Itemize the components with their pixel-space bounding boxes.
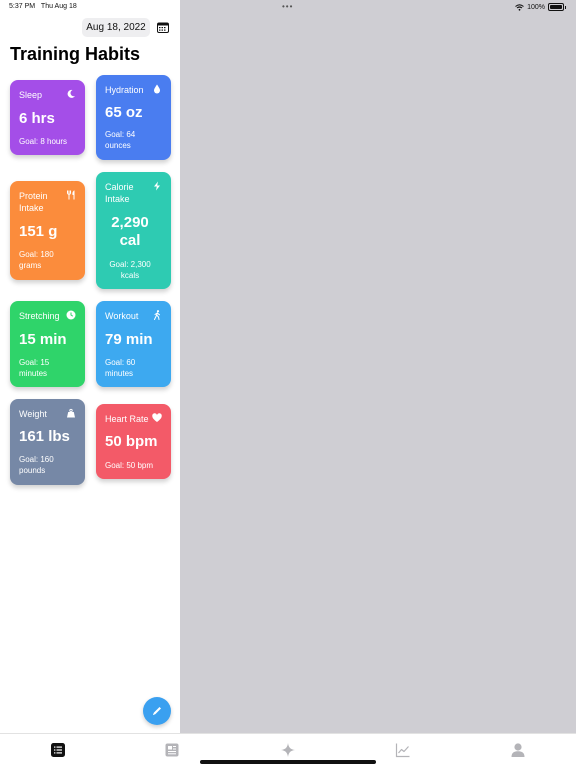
- card-goal: Goal: 50 bpm: [105, 461, 154, 470]
- card-goal: Goal: 160 pounds: [19, 455, 54, 475]
- protein-intake-card[interactable]: Protein Intake 151 g Goal: 180 grams: [10, 181, 85, 280]
- tab-journal[interactable]: [164, 742, 180, 758]
- walking-icon: [154, 310, 160, 320]
- battery-icon: [548, 3, 566, 11]
- tab-list[interactable]: [50, 742, 66, 758]
- card-goal: Goal: 60 minutes: [105, 358, 136, 378]
- calendar-icon[interactable]: [157, 22, 169, 33]
- tab-profile[interactable]: [510, 742, 526, 758]
- workout-card[interactable]: Workout 79 min Goal: 60 minutes: [96, 301, 171, 387]
- tab-charts[interactable]: [395, 742, 411, 758]
- card-value: 65 oz: [105, 104, 143, 121]
- card-value: 6 hrs: [19, 110, 55, 127]
- card-value: 79 min: [105, 331, 153, 348]
- wifi-icon: [515, 3, 524, 11]
- status-right: 100%: [515, 3, 566, 11]
- water-drop-icon: [154, 84, 160, 94]
- weight-card[interactable]: Weight 161 lbs Goal: 160 pounds: [10, 399, 85, 485]
- card-goal: Goal: 64 ounces: [105, 130, 136, 150]
- pencil-icon: [153, 707, 161, 715]
- card-goal: Goal: 8 hours: [19, 137, 68, 146]
- status-bar: 5:37 PM Thu Aug 18 ••• 100%: [0, 0, 576, 14]
- sleep-card[interactable]: Sleep 6 hrs Goal: 8 hours: [10, 80, 85, 155]
- sidebar: Aug 18, 2022 Training Habits Sleep 6 hrs…: [0, 0, 180, 733]
- detail-pane: [180, 0, 576, 733]
- card-goal: Goal: 15 minutes: [19, 358, 50, 378]
- bolt-icon: [154, 181, 160, 191]
- card-goal: Goal: 180 grams: [19, 250, 54, 270]
- card-label: Sleep: [19, 90, 43, 100]
- card-value: 161 lbs: [19, 428, 70, 445]
- stretching-card[interactable]: Stretching 15 min Goal: 15 minutes: [10, 301, 85, 387]
- scale-icon: [67, 408, 75, 418]
- card-value: 151 g: [19, 223, 58, 240]
- edit-button[interactable]: [143, 697, 171, 725]
- fork-knife-icon: [67, 190, 75, 200]
- card-label: Protein Intake: [19, 191, 48, 213]
- card-value: 2,290 cal: [111, 214, 149, 249]
- card-label: Workout: [105, 311, 139, 321]
- timer-icon: [66, 310, 76, 320]
- card-label: Weight: [19, 409, 47, 419]
- date-picker-button[interactable]: Aug 18, 2022: [82, 18, 150, 37]
- home-indicator[interactable]: [200, 760, 376, 764]
- multitasking-dots-icon[interactable]: •••: [282, 2, 293, 11]
- tab-sparkle[interactable]: [280, 742, 296, 758]
- card-value: 15 min: [19, 331, 67, 348]
- page-title: Training Habits: [10, 44, 141, 64]
- card-label: Hydration: [105, 85, 144, 95]
- calorie-intake-card[interactable]: Calorie Intake 2,290 cal Goal: 2,300 kca…: [96, 172, 171, 289]
- card-value: 50 bpm: [105, 433, 158, 450]
- moon-icon: [67, 89, 75, 98]
- card-goal: Goal: 2,300 kcals: [109, 260, 151, 280]
- heart-rate-card[interactable]: Heart Rate 50 bpm Goal: 50 bpm: [96, 404, 171, 479]
- status-time: 5:37 PM Thu Aug 18: [9, 3, 77, 10]
- card-label: Stretching: [19, 311, 60, 321]
- heart-icon: [152, 413, 162, 422]
- hydration-card[interactable]: Hydration 65 oz Goal: 64 ounces: [96, 75, 171, 160]
- card-label: Calorie Intake: [105, 182, 134, 204]
- battery-percent: 100%: [527, 3, 545, 11]
